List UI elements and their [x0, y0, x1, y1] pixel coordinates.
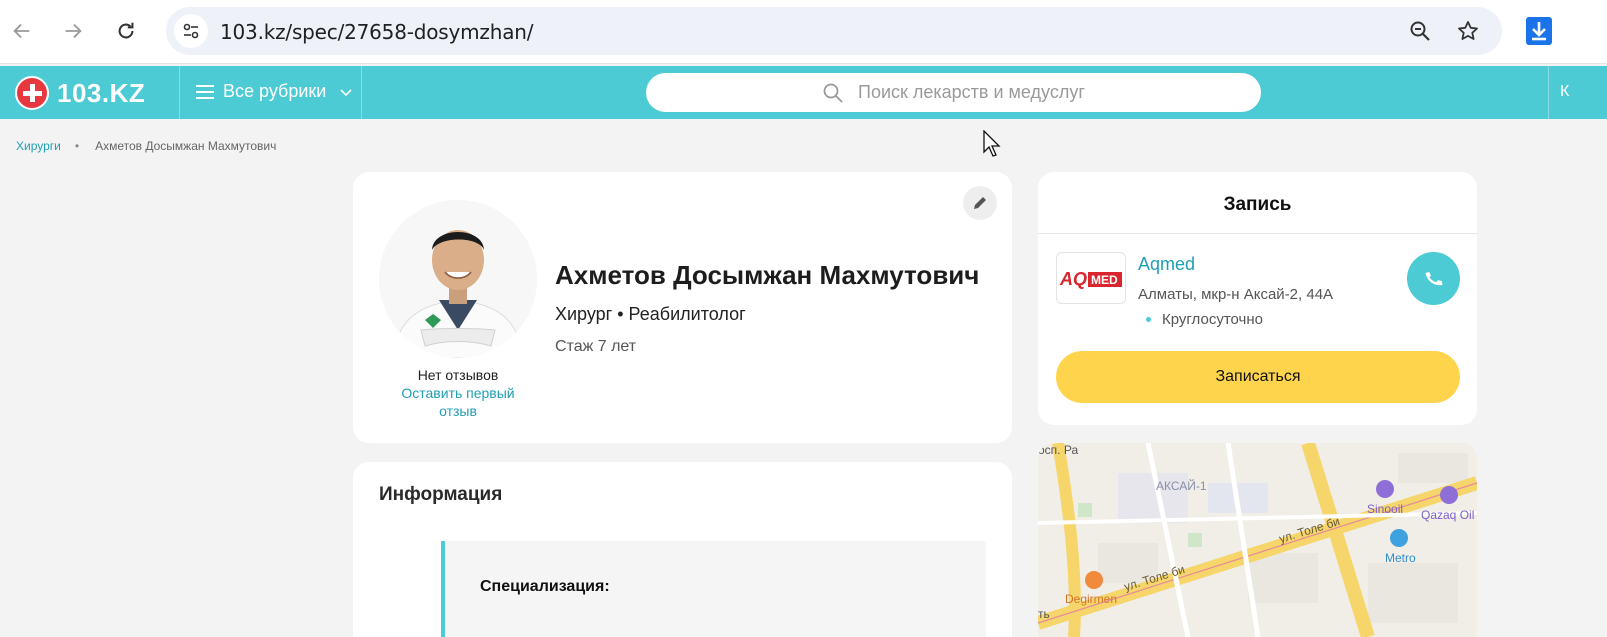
map-label-district: АКСАЙ-1 — [1156, 479, 1207, 493]
booking-title: Запись — [1223, 194, 1292, 215]
svg-text:AQ: AQ — [1059, 269, 1087, 289]
doctor-specialties: Хирург • Реабилитолог — [555, 304, 746, 324]
clinic-hours-text: Круглосуточно — [1162, 311, 1263, 328]
reload-button[interactable] — [109, 14, 143, 48]
map-canvas — [1038, 443, 1477, 637]
map-poi-qazaq-oil[interactable]: Qazaq Oil — [1421, 508, 1474, 522]
doctor-card: Нет отзывов Оставить первый отзыв Ахмето… — [353, 172, 1012, 443]
clinic-map[interactable]: АКСАЙ-1 ул. Толе би ул. Толе би Sinooil … — [1038, 443, 1477, 637]
status-dot-icon — [1146, 317, 1151, 322]
zoom-icon[interactable] — [1408, 19, 1432, 43]
doctor-experience: Стаж 7 лет — [555, 338, 637, 355]
call-button[interactable] — [1407, 252, 1460, 305]
map-label-corner: ть — [1038, 607, 1050, 621]
back-button[interactable] — [5, 14, 39, 48]
download-icon[interactable] — [1526, 17, 1552, 45]
doctor-photo — [379, 200, 537, 358]
map-poi-degirmen[interactable]: Degirmen — [1065, 592, 1117, 606]
browser-toolbar: 103.kz/spec/27658-dosymzhan/ — [0, 0, 1607, 64]
info-title: Информация — [379, 484, 503, 505]
url-text[interactable]: 103.kz/spec/27658-dosymzhan/ — [220, 20, 533, 44]
search-icon — [823, 83, 843, 103]
bookmark-star-icon[interactable] — [1456, 19, 1480, 43]
header-divider — [1548, 66, 1549, 119]
clinic-address: Алматы, мкр-н Аксай-2, 44А — [1138, 286, 1334, 303]
clinic-logo[interactable]: AQ MED — [1056, 252, 1126, 304]
chevron-down-icon — [340, 88, 352, 96]
forward-button[interactable] — [56, 14, 90, 48]
specialization-block: Специализация: — [441, 541, 986, 637]
breadcrumb-surgeons-link[interactable]: Хирурги — [16, 139, 61, 153]
phone-icon — [1425, 271, 1442, 285]
specialization-label: Специализация: — [480, 578, 610, 595]
header-divider — [179, 66, 180, 119]
logo-text: 103.KZ — [57, 77, 146, 108]
leave-first-review-link[interactable]: Оставить первый отзыв — [393, 384, 523, 420]
map-poi-sinooil[interactable]: Sinooil — [1367, 502, 1403, 516]
breadcrumb: Хирурги • Ахметов Досымжан Махмутович — [16, 139, 276, 153]
forward-arrow-icon — [65, 23, 82, 39]
pencil-icon — [974, 197, 986, 209]
red-cross-icon — [15, 76, 49, 110]
site-header: 103.KZ Все рубрики Поиск лекарств и меду… — [0, 66, 1607, 119]
address-bar[interactable]: 103.kz/spec/27658-dosymzhan/ — [166, 7, 1502, 55]
header-cut-link[interactable]: К — [1560, 83, 1569, 101]
clinic-name-link[interactable]: Aqmed — [1138, 254, 1195, 275]
svg-text:MED: MED — [1091, 273, 1118, 287]
breadcrumb-separator: • — [74, 139, 80, 153]
book-appointment-button[interactable]: Записаться — [1056, 351, 1460, 403]
clinic-hours: Круглосуточно — [1146, 311, 1263, 328]
back-arrow-icon — [13, 23, 30, 39]
no-reviews-text: Нет отзывов — [417, 367, 499, 383]
map-poi-metro[interactable]: Metro — [1385, 551, 1416, 565]
booking-card: Запись AQ MED Aqmed Алматы, мкр-н Аксай-… — [1038, 172, 1477, 425]
site-settings-icon[interactable] — [174, 14, 208, 48]
booking-divider — [1038, 233, 1477, 234]
mouse-cursor-icon — [983, 130, 1001, 157]
search-placeholder: Поиск лекарств и медуслуг — [858, 82, 1085, 102]
rubrics-label: Все рубрики — [223, 81, 327, 101]
site-logo[interactable]: 103.KZ — [15, 76, 145, 110]
edit-button[interactable] — [963, 186, 997, 220]
menu-icon — [196, 84, 214, 99]
header-divider — [361, 66, 362, 119]
breadcrumb-current: Ахметов Досымжан Махмутович — [95, 139, 277, 153]
map-label-corner: осп. Ра — [1038, 443, 1079, 457]
reload-icon — [118, 22, 134, 39]
all-rubrics-menu[interactable]: Все рубрики — [196, 81, 352, 102]
info-card: Информация Специализация: — [353, 462, 1012, 637]
search-input[interactable]: Поиск лекарств и медуслуг — [646, 73, 1261, 112]
doctor-name: Ахметов Досымжан Махмутович — [555, 260, 980, 290]
